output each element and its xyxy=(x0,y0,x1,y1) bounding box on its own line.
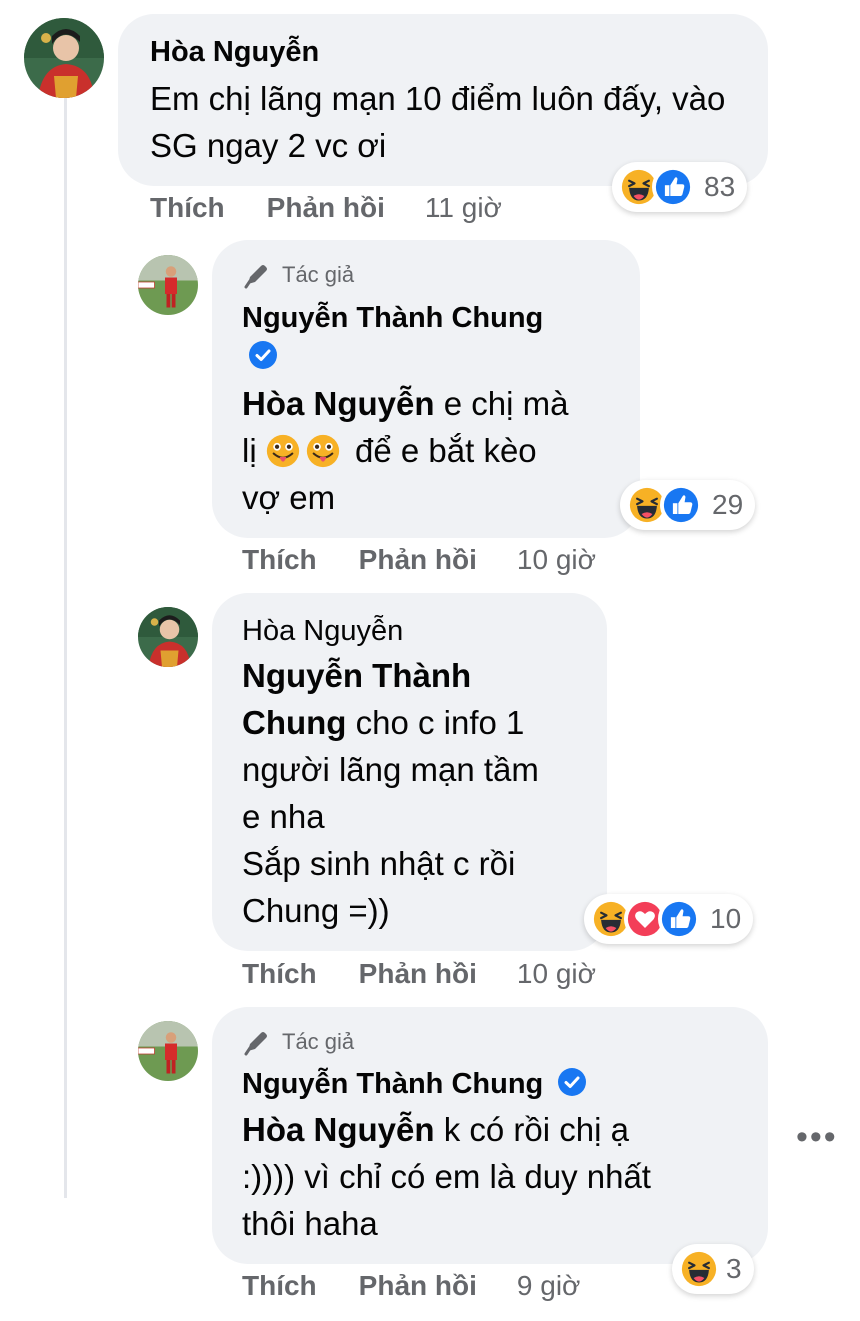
avatar-nguyen-thanh-chung[interactable] xyxy=(138,255,198,315)
like-button[interactable]: Thích xyxy=(242,958,317,990)
mention-link[interactable]: Nguyễn Thành xyxy=(242,652,602,699)
comment-actions: Thích Phản hồi 11 giờ xyxy=(150,192,502,224)
avatar-hoa-nguyen[interactable] xyxy=(24,18,104,98)
like-reaction-icon xyxy=(652,166,694,208)
avatar-hoa-nguyen[interactable] xyxy=(138,607,198,667)
pencil-icon xyxy=(242,260,272,290)
like-button[interactable]: Thích xyxy=(242,1270,317,1302)
pencil-icon xyxy=(242,1027,272,1057)
mention-link[interactable]: Hòa Nguyễn xyxy=(242,1111,435,1148)
like-button[interactable]: Thích xyxy=(150,192,225,224)
comment-actions: Thích Phản hồi 9 giờ xyxy=(242,1270,580,1302)
author-tag-label: Tác giả xyxy=(282,1029,355,1054)
comment-text: Nguyễn Thành Chung cho c info 1 người lã… xyxy=(242,652,602,934)
verified-badge-icon xyxy=(557,1067,587,1097)
comment-text: Hòa Nguyễn k có rồi chị ạ :)))) vì chỉ c… xyxy=(242,1111,651,1242)
comment-author-link[interactable]: Nguyễn Thành Chung xyxy=(242,1068,543,1100)
avatar-nguyen-thanh-chung[interactable] xyxy=(138,1021,198,1081)
reply-button[interactable]: Phản hồi xyxy=(359,544,477,576)
reply-button[interactable]: Phản hồi xyxy=(359,1270,477,1302)
comment-timestamp[interactable]: 10 giờ xyxy=(517,958,596,990)
reaction-summary[interactable]: 3 xyxy=(672,1244,754,1294)
reply-button[interactable]: Phản hồi xyxy=(359,958,477,990)
tongue-out-emoji-icon xyxy=(266,434,300,468)
comment-timestamp[interactable]: 9 giờ xyxy=(517,1270,581,1302)
verified-badge-icon xyxy=(248,340,278,370)
comment-author[interactable]: Hòa Nguyễn xyxy=(242,611,403,651)
comment-text: Hòa Nguyễn e chị mà lị để e bắt kèo vợ e… xyxy=(242,385,569,516)
reaction-summary[interactable]: 10 xyxy=(584,894,754,944)
thread-line xyxy=(64,98,67,1198)
reaction-count: 10 xyxy=(710,903,742,934)
like-button[interactable]: Thích xyxy=(242,544,317,576)
comment-actions: Thích Phản hồi 10 giờ xyxy=(242,958,596,990)
reaction-count: 3 xyxy=(726,1253,742,1284)
comment-actions: Thích Phản hồi 10 giờ xyxy=(242,544,596,576)
comment-author[interactable]: Hòa Nguyễn xyxy=(150,32,319,72)
more-options-button[interactable]: ••• xyxy=(796,1118,838,1157)
reply-button[interactable]: Phản hồi xyxy=(267,192,385,224)
reaction-count: 83 xyxy=(704,171,736,202)
mention-link[interactable]: Chung xyxy=(242,704,346,741)
author-tag: Tác giả xyxy=(242,260,354,290)
like-reaction-icon xyxy=(658,898,700,940)
comment-author: Nguyễn Thành Chung xyxy=(242,1064,587,1104)
comment-author[interactable]: Nguyễn Thành Chung xyxy=(242,298,543,338)
comment-text: Em chị lãng mạn 10 điểm luôn đấy, vào SG… xyxy=(150,80,726,164)
reaction-count: 29 xyxy=(712,489,744,520)
comment-timestamp[interactable]: 10 giờ xyxy=(517,544,596,576)
tongue-out-emoji-icon xyxy=(306,434,340,468)
reaction-summary[interactable]: 29 xyxy=(620,480,756,530)
author-tag-label: Tác giả xyxy=(282,262,355,287)
like-reaction-icon xyxy=(660,484,702,526)
author-tag: Tác giả xyxy=(242,1027,354,1057)
comment-timestamp[interactable]: 11 giờ xyxy=(425,192,502,224)
haha-reaction-icon xyxy=(678,1248,720,1290)
mention-link[interactable]: Hòa Nguyễn xyxy=(242,385,435,422)
reaction-summary[interactable]: 83 xyxy=(612,162,748,212)
